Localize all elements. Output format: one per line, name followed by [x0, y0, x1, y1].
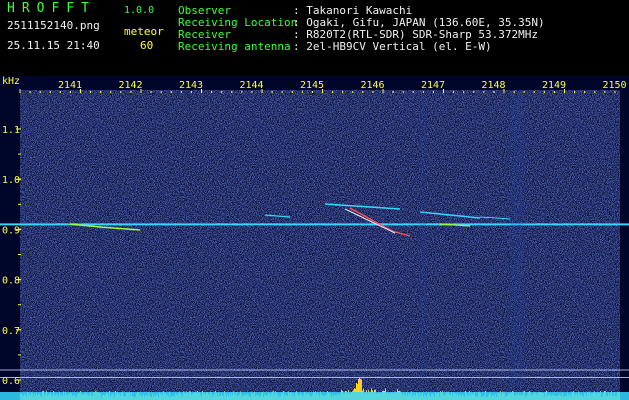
station-value: : 2el-HB9CV Vertical (el. E-W) — [293, 40, 492, 53]
power-baseline — [0, 392, 629, 400]
meteor-count: 60 — [140, 39, 154, 52]
station-info: Observer : Takanori Kawachi Receiving Lo… — [178, 5, 545, 53]
x-tick-label: 2143 — [179, 80, 203, 91]
meteor-label: meteor — [124, 25, 164, 38]
x-tick-label: 2149 — [542, 80, 566, 91]
x-tick-label: 2146 — [361, 80, 385, 91]
app-title: HROFFT — [7, 1, 96, 16]
interference-band — [420, 96, 426, 386]
x-tick-label: 2148 — [482, 80, 506, 91]
y-tick-label: 0.8 — [2, 276, 20, 287]
timestamp: 25.11.15 21:40 — [7, 39, 100, 52]
y-tick-label: 0.7 — [2, 326, 20, 337]
interference-band — [510, 96, 524, 386]
station-row-antenna: Receiving antenna : 2el-HB9CV Vertical (… — [178, 41, 545, 53]
x-tick-label: 2150 — [603, 80, 627, 91]
x-tick-label: 2141 — [58, 80, 82, 91]
y-tick-label: 0.9 — [2, 225, 20, 236]
y-tick-label: 1.0 — [2, 175, 20, 186]
spectrogram-canvas: kHz 2141 2142 2143 2144 2145 2146 2147 2148 2149 2… — [0, 76, 629, 400]
app-version: 1.0.0 — [124, 5, 155, 16]
x-tick-label: 2142 — [119, 80, 143, 91]
station-key: Receiving antenna — [178, 40, 291, 53]
x-tick-label: 2144 — [240, 80, 264, 91]
noise-texture — [20, 90, 620, 400]
file-name: 2511152140.png — [7, 19, 100, 32]
y-tick-label: 1.1 — [2, 125, 20, 136]
y-axis-unit: kHz — [2, 76, 20, 87]
header-panel: HROFFT 1.0.0 2511152140.png 25.11.15 21:… — [0, 0, 629, 76]
spectrogram: kHz 2141 2142 2143 2144 2145 2146 2147 2148 2149 2… — [0, 76, 629, 400]
x-tick-label: 2145 — [300, 80, 324, 91]
x-tick-label: 2147 — [421, 80, 445, 91]
